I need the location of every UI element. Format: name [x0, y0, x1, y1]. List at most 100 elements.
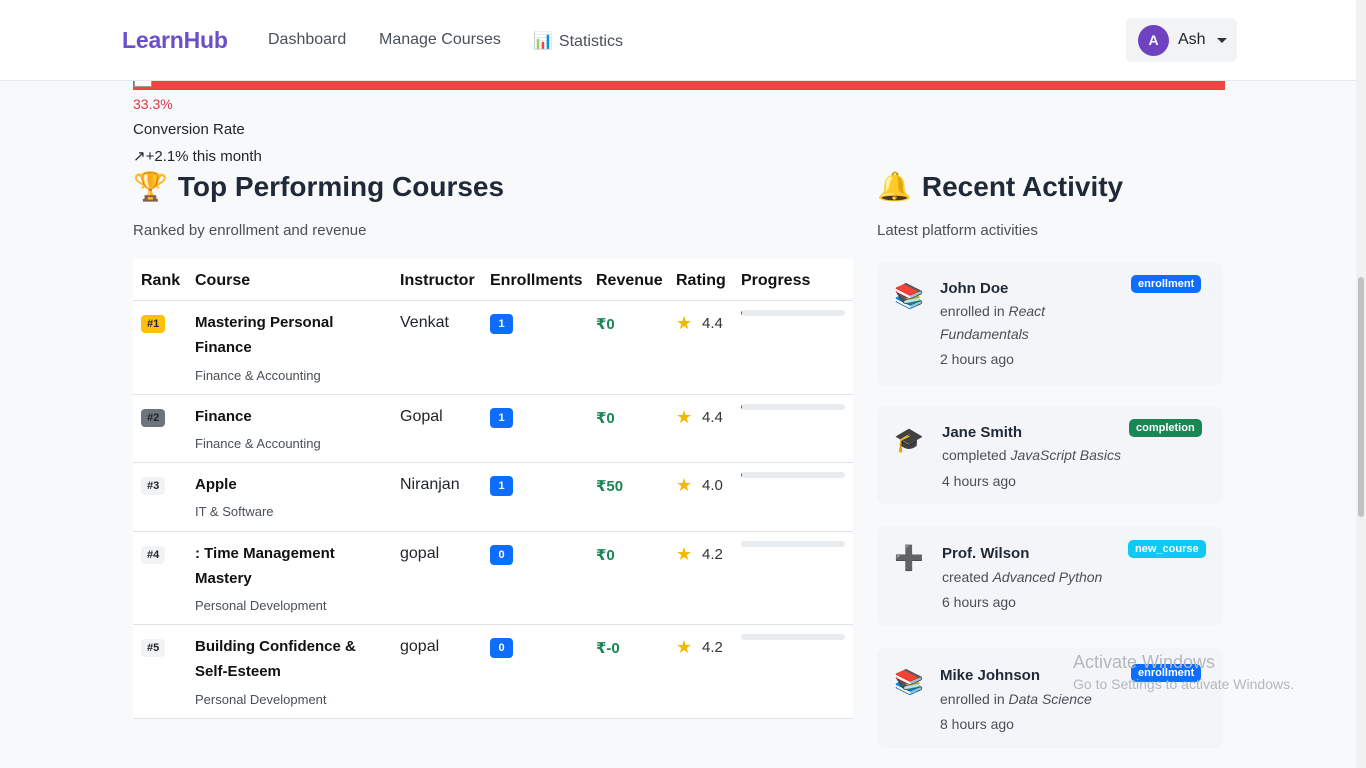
stat-accent-bar	[133, 81, 1225, 90]
course-category: Finance & Accounting	[195, 436, 321, 451]
enrollments-badge: 1	[490, 314, 513, 334]
top-courses-title: 🏆 Top Performing Courses	[133, 170, 504, 203]
books-icon: 📚	[894, 283, 924, 310]
activity-description: completed JavaScript Basics	[942, 444, 1142, 467]
activity-item[interactable]: 🎓 Jane Smith completion completed JavaSc…	[877, 406, 1223, 504]
rating-value: 4.4	[702, 315, 723, 332]
rank-badge: #3	[141, 477, 166, 495]
revenue-value: ₹0	[596, 410, 615, 427]
user-menu-button[interactable]: A Ash	[1126, 18, 1237, 62]
activity-item[interactable]: ➕ Prof. Wilson new_course created Advanc…	[877, 526, 1223, 626]
table-row[interactable]: #1 Mastering Personal Finance Finance & …	[133, 301, 853, 395]
revenue-value: ₹0	[596, 547, 615, 564]
star-icon: ★	[676, 544, 693, 564]
progress-bar	[741, 472, 845, 478]
activity-user: Prof. Wilson	[942, 545, 1030, 562]
column-header-rating: Rating	[676, 272, 726, 289]
star-icon: ★	[676, 313, 693, 333]
course-name: : Time Management Mastery	[195, 545, 335, 587]
stat-trend: ↗+2.1% this month	[133, 148, 262, 165]
activity-time: 4 hours ago	[942, 473, 1016, 489]
star-icon: ★	[676, 637, 693, 657]
nav-link-dashboard[interactable]: Dashboard	[268, 31, 346, 49]
activity-time: 6 hours ago	[942, 594, 1016, 610]
activity-time: 2 hours ago	[940, 351, 1014, 367]
course-category: Personal Development	[195, 692, 327, 707]
top-courses-title-text: Top Performing Courses	[177, 171, 505, 202]
table-row[interactable]: #5 Building Confidence & Self-Esteem Per…	[133, 625, 853, 719]
table-row[interactable]: #4 : Time Management Mastery Personal De…	[133, 532, 853, 625]
course-name: Mastering Personal Finance	[195, 314, 334, 356]
graduation-cap-icon: 🎓	[894, 427, 924, 454]
activity-target: JavaScript Basics	[1010, 447, 1121, 463]
rating-value: 4.2	[702, 639, 723, 656]
trophy-icon: 🏆	[133, 171, 168, 202]
rank-badge: #4	[141, 546, 166, 564]
instructor-name: Venkat	[400, 314, 449, 331]
column-header-progress: Progress	[741, 272, 811, 289]
activity-target: Advanced Python	[992, 569, 1103, 585]
recent-activity-title: 🔔 Recent Activity	[877, 170, 1123, 203]
activity-badge: completion	[1129, 419, 1202, 437]
stat-label: Conversion Rate	[133, 121, 245, 138]
stat-percent: 33.3%	[133, 96, 173, 112]
activity-action: completed	[942, 447, 1007, 463]
activity-description: created Advanced Python	[942, 566, 1142, 589]
recent-activity-subtitle: Latest platform activities	[877, 222, 1038, 239]
instructor-name: gopal	[400, 545, 440, 562]
enrollments-badge: 0	[490, 638, 513, 658]
rating-value: 4.2	[702, 546, 723, 563]
rank-badge: #1	[141, 315, 166, 333]
rating-value: 4.4	[702, 409, 723, 426]
top-courses-table: Rank Course Instructor Enrollments Reven…	[133, 259, 853, 719]
activity-item[interactable]: 📚 John Doe enrollment enrolled in React …	[877, 262, 1223, 386]
nav-link-manage-courses[interactable]: Manage Courses	[379, 31, 501, 49]
progress-bar	[741, 404, 845, 410]
rating-value: 4.0	[702, 477, 723, 494]
activity-user: Jane Smith	[942, 424, 1023, 441]
rank-badge: #2	[141, 409, 166, 427]
progress-bar	[741, 634, 845, 640]
revenue-value: ₹50	[596, 478, 624, 495]
activity-action: enrolled in	[940, 303, 1005, 319]
rank-badge: #5	[141, 639, 166, 657]
course-category: Finance & Accounting	[195, 368, 321, 383]
activity-description: enrolled in React Fundamentals	[940, 300, 1110, 346]
course-name: Apple	[195, 476, 237, 493]
top-courses-subtitle: Ranked by enrollment and revenue	[133, 222, 367, 239]
activity-badge: enrollment	[1131, 275, 1202, 293]
instructor-name: Niranjan	[400, 476, 460, 493]
star-icon: ★	[676, 407, 693, 427]
star-icon: ★	[676, 475, 693, 495]
column-header-course: Course	[195, 272, 251, 289]
table-row[interactable]: #3 Apple IT & Software Niranjan 1 ₹50 ★ …	[133, 463, 853, 532]
enrollments-badge: 1	[490, 476, 513, 496]
plus-icon: ➕	[894, 545, 924, 572]
course-category: IT & Software	[195, 504, 274, 519]
activity-badge: new_course	[1128, 540, 1206, 558]
enrollments-badge: 1	[490, 408, 513, 428]
avatar: A	[1138, 25, 1169, 56]
bell-icon: 🔔	[877, 171, 912, 202]
nav-link-statistics-label: Statistics	[558, 33, 623, 50]
table-row[interactable]: #2 Finance Finance & Accounting Gopal 1 …	[133, 395, 853, 463]
column-header-rank: Rank	[141, 272, 181, 289]
progress-bar	[741, 541, 845, 547]
column-header-revenue: Revenue	[596, 272, 663, 289]
recent-activity-title-text: Recent Activity	[921, 171, 1124, 202]
chevron-down-icon	[1217, 38, 1227, 43]
course-category: Personal Development	[195, 598, 327, 613]
activity-user: John Doe	[940, 280, 1009, 297]
brand-logo[interactable]: LearnHub	[122, 27, 228, 54]
revenue-value: ₹0	[596, 316, 615, 333]
navbar: LearnHub Dashboard Manage Courses 📊 Stati…	[0, 0, 1356, 81]
nav-link-statistics[interactable]: 📊 Statistics	[533, 31, 623, 51]
revenue-value: ₹-0	[596, 640, 620, 657]
page-scrollbar[interactable]	[1356, 0, 1366, 768]
enrollments-badge: 0	[490, 545, 513, 565]
activity-time: 8 hours ago	[940, 716, 1014, 732]
activity-user: Mike Johnson	[940, 667, 1041, 684]
scrollbar-thumb[interactable]	[1358, 277, 1364, 517]
progress-fill	[741, 472, 743, 478]
windows-activation-hint: Go to Settings to activate Windows.	[1073, 676, 1294, 692]
